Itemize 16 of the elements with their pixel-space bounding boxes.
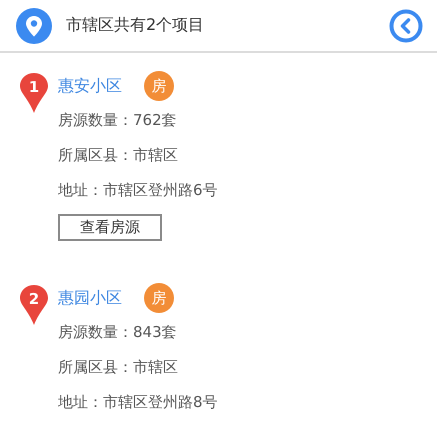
info-text: 房源数量：762套 <box>58 110 178 131</box>
info-text: 地址：市辖区登州路8号 <box>58 392 218 413</box>
info-text: 所属区县：市辖区 <box>58 357 179 378</box>
view-listings-button[interactable]: 查看房源 <box>58 214 162 241</box>
map-pin-icon: 1 <box>20 73 48 113</box>
info-text: 房源数量：843套 <box>58 322 178 343</box>
location-icon <box>16 8 52 44</box>
project-name[interactable]: 惠园小区 <box>58 288 122 308</box>
info-text: 所属区县：市辖区 <box>58 145 179 166</box>
info-text: 地址：市辖区登州路6号 <box>58 180 218 201</box>
house-badge: 房 <box>144 71 174 101</box>
project-name[interactable]: 惠安小区 <box>58 76 122 96</box>
back-icon[interactable] <box>389 8 423 42</box>
house-badge: 房 <box>144 283 174 313</box>
header-title: 市辖区共有2个项目 <box>66 15 206 36</box>
map-pin-icon: 2 <box>20 285 48 325</box>
